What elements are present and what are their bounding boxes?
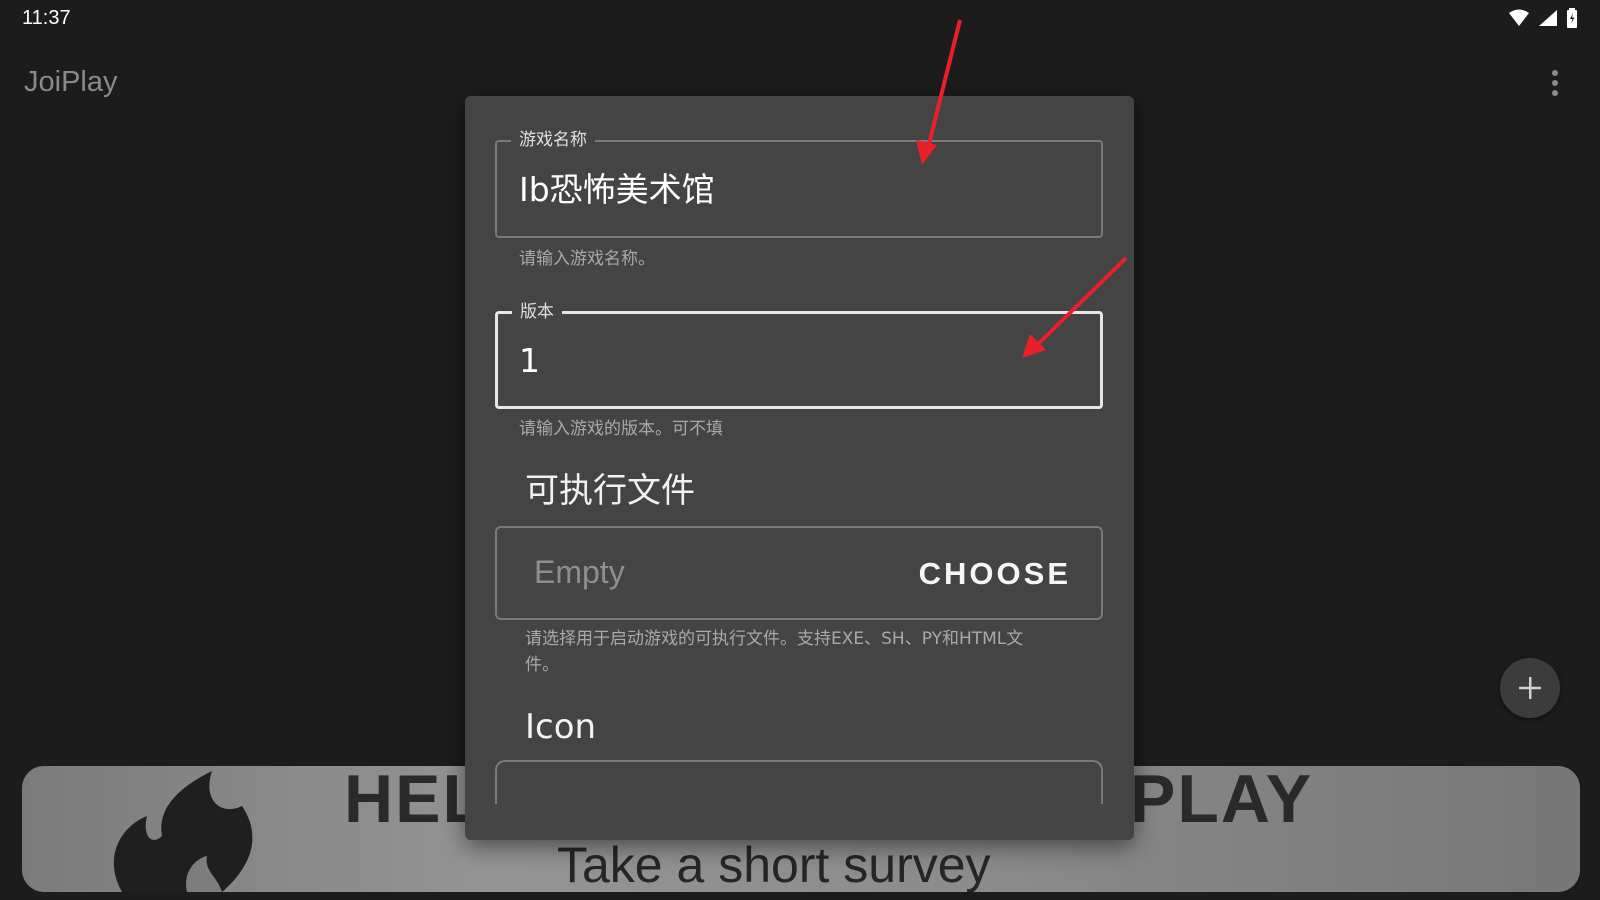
game-name-helper: 请输入游戏名称。 xyxy=(519,249,655,269)
choose-button[interactable]: CHOOSE xyxy=(919,556,1071,592)
version-label: 版本 xyxy=(512,301,562,323)
screen: 11:37 JoiPlay HEL PLAY Take a short surv… xyxy=(0,0,1600,900)
wifi-icon xyxy=(1509,9,1529,26)
executable-helper-line1: 请选择用于启动游戏的可执行文件。支持EXE、SH、PY和HTML文 xyxy=(525,629,1024,649)
executable-chooser: Empty CHOOSE xyxy=(495,526,1103,620)
game-name-value[interactable]: Ib恐怖美术馆 xyxy=(519,170,715,210)
battery-icon xyxy=(1567,8,1577,28)
flame-logo-icon xyxy=(113,771,253,892)
game-name-field[interactable]: 游戏名称 Ib恐怖美术馆 xyxy=(495,129,1103,238)
banner-heading-right: PLAY xyxy=(1130,766,1314,837)
status-icons xyxy=(1508,8,1578,28)
dialog-scroll-area[interactable]: 游戏名称 Ib恐怖美术馆 请输入游戏名称。 版本 1 请输入游戏的版本。可不填 … xyxy=(465,96,1134,804)
banner-subtitle: Take a short survey xyxy=(557,837,991,892)
executable-helper-line2: 件。 xyxy=(525,655,559,675)
status-bar: 11:37 xyxy=(0,0,1600,38)
icon-section-title: Icon xyxy=(525,707,597,747)
executable-value: Empty xyxy=(534,554,625,590)
status-time: 11:37 xyxy=(22,7,71,29)
app-title: JoiPlay xyxy=(24,66,118,98)
game-name-label: 游戏名称 xyxy=(511,129,595,151)
version-value[interactable]: 1 xyxy=(519,341,540,381)
plus-icon xyxy=(1519,677,1541,699)
version-helper: 请输入游戏的版本。可不填 xyxy=(519,419,723,439)
signal-icon xyxy=(1539,10,1557,26)
add-game-dialog: 游戏名称 Ib恐怖美术馆 请输入游戏名称。 版本 1 请输入游戏的版本。可不填 … xyxy=(465,96,1134,840)
overflow-menu-icon[interactable] xyxy=(1545,68,1565,98)
executable-section-title: 可执行文件 xyxy=(525,471,695,511)
version-field[interactable]: 版本 1 xyxy=(495,301,1103,409)
icon-chooser[interactable] xyxy=(495,760,1103,804)
add-game-button[interactable] xyxy=(1500,658,1560,718)
